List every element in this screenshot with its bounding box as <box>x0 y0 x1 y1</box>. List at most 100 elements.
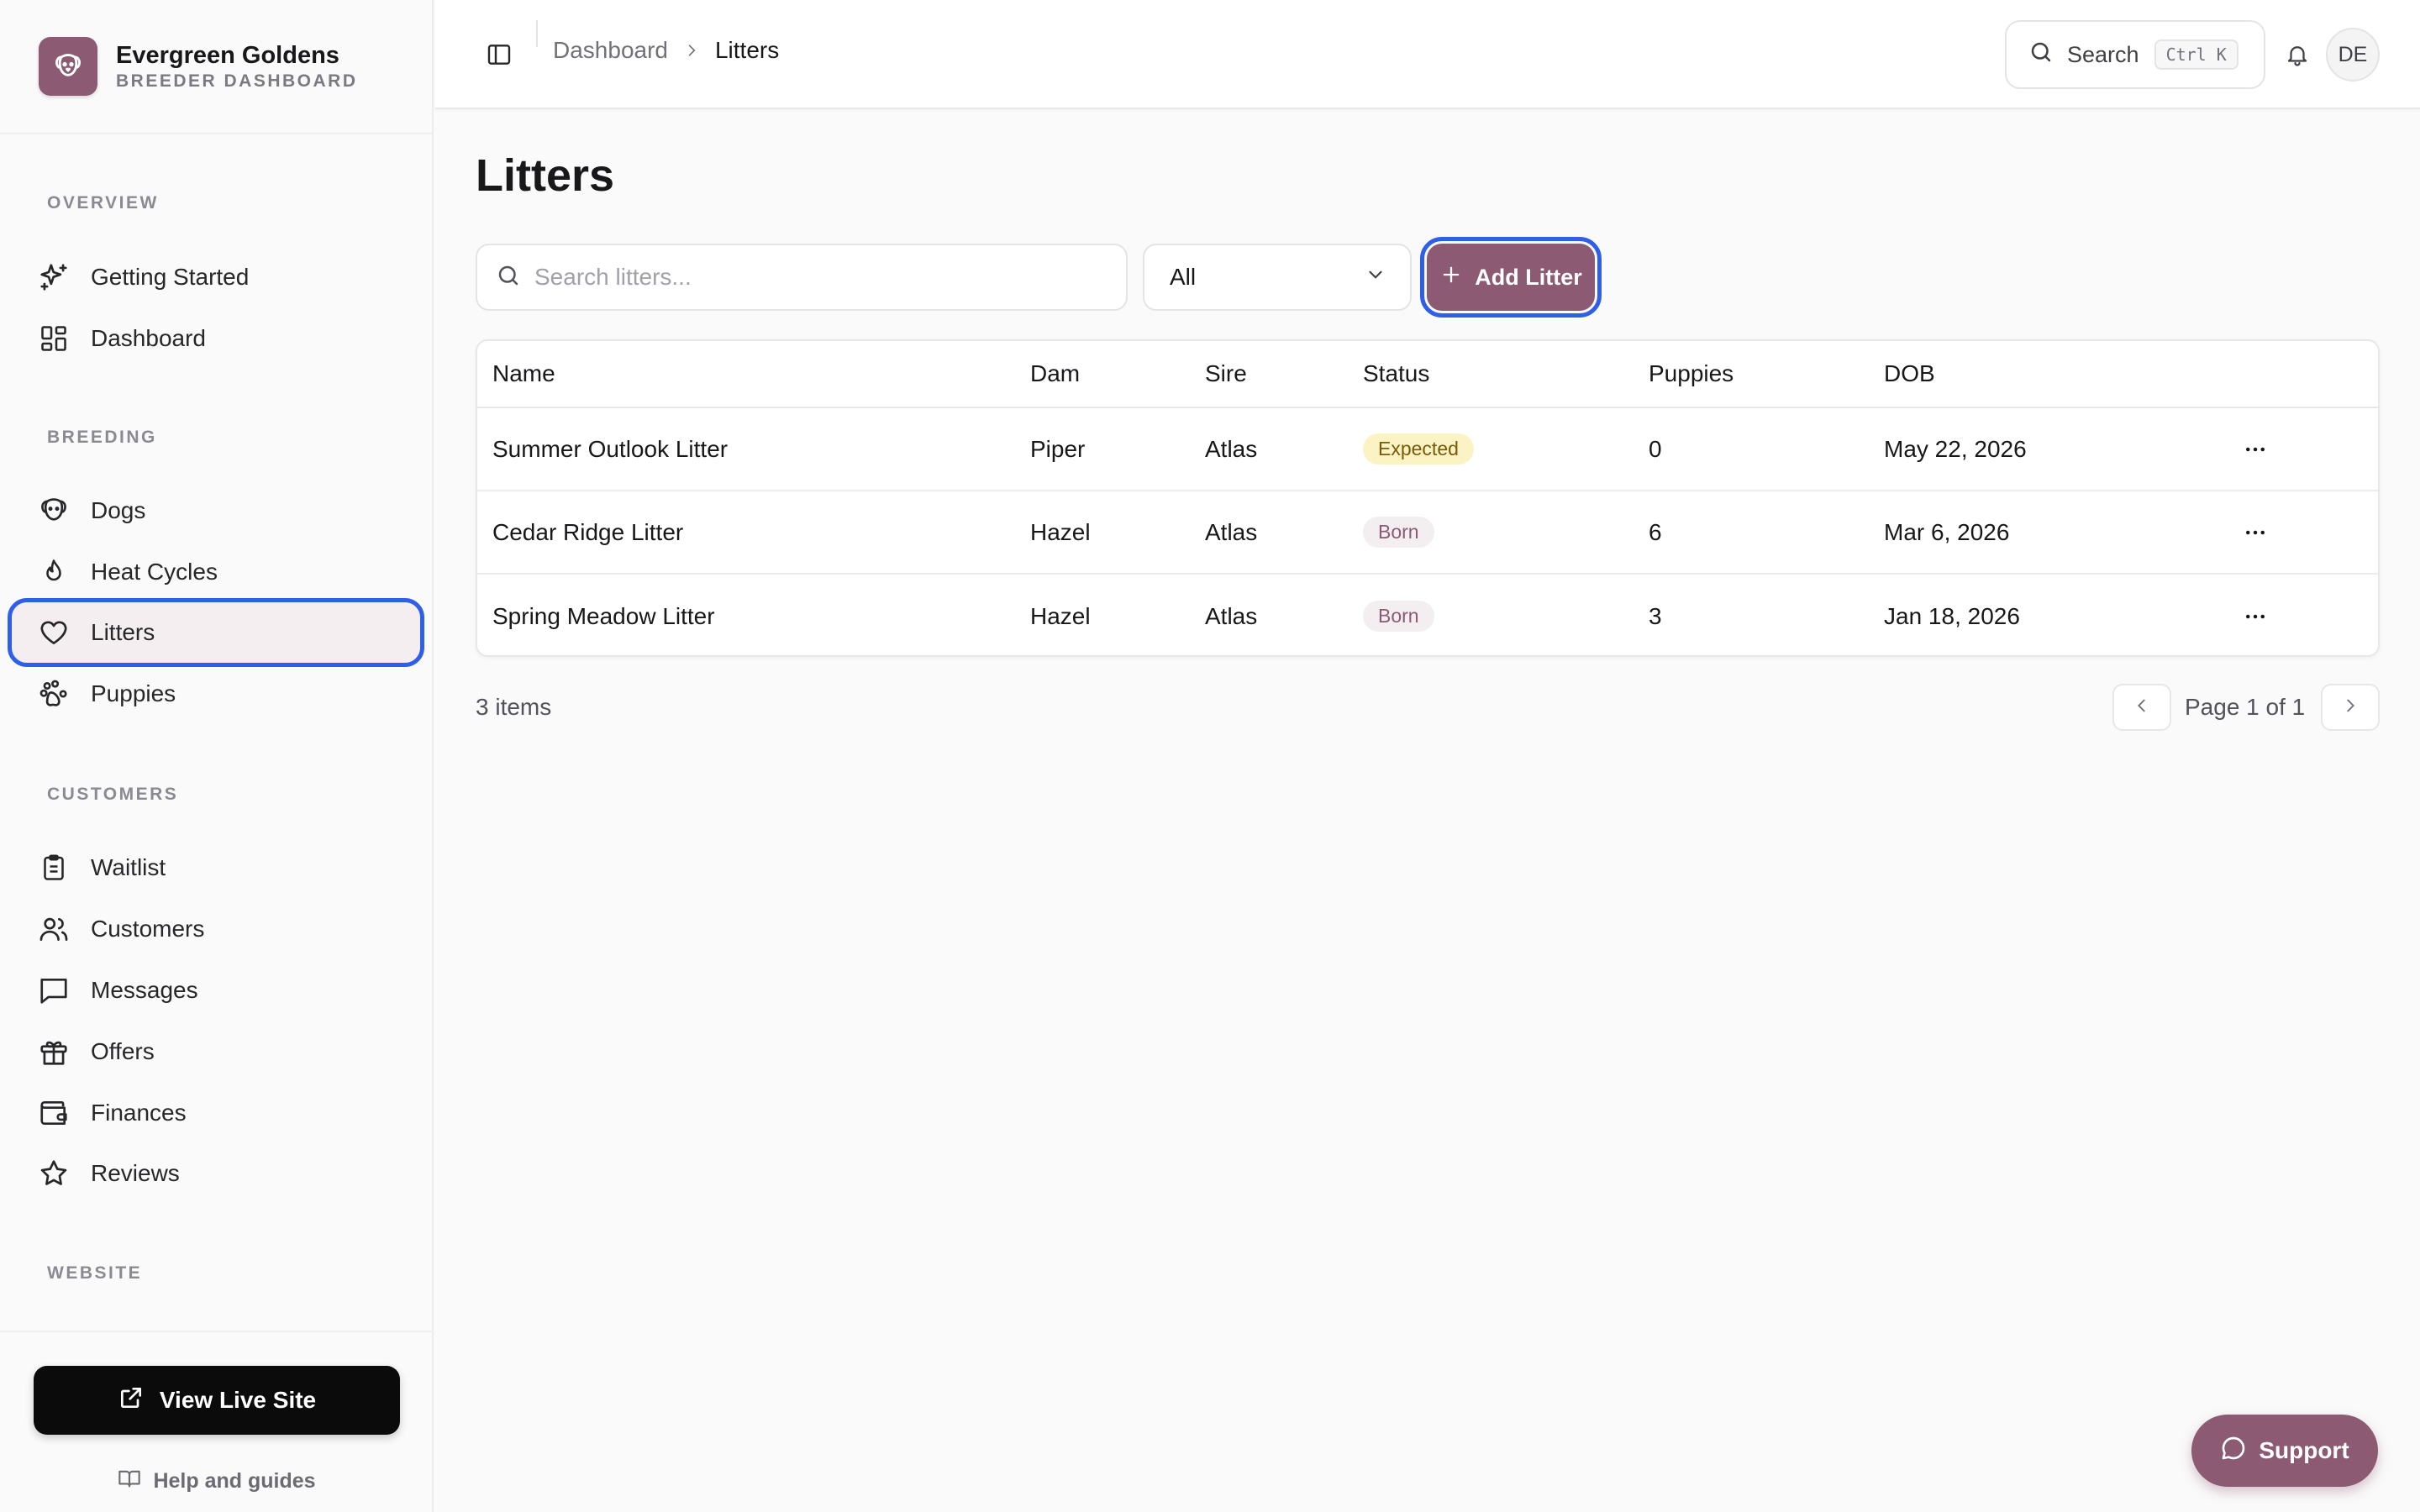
flame-icon <box>37 555 71 589</box>
litters-table: Name Dam Sire Status Puppies DOB Summer … <box>476 339 2380 657</box>
global-search-label: Search <box>2067 41 2139 67</box>
cell-sire: Atlas <box>1205 602 1258 629</box>
dog-face-icon <box>39 37 97 96</box>
dog-face-icon <box>37 494 71 528</box>
section-label-customers: CUSTOMERS <box>47 785 179 804</box>
sidebar-item-waitlist[interactable]: Waitlist <box>12 837 420 898</box>
column-header-puppies[interactable]: Puppies <box>1649 341 1733 407</box>
top-header: Dashboard Litters Search Ctrl K DE <box>435 0 2420 109</box>
breadcrumb-dashboard[interactable]: Dashboard <box>553 37 668 64</box>
cell-sire: Atlas <box>1205 435 1258 462</box>
global-search-button[interactable]: Search Ctrl K <box>2005 20 2265 89</box>
avatar[interactable]: DE <box>2326 28 2380 81</box>
users-icon <box>37 912 71 946</box>
column-header-dob[interactable]: DOB <box>1884 341 1935 407</box>
plus-icon <box>1439 263 1463 292</box>
book-icon <box>118 1467 141 1496</box>
help-and-guides-link[interactable]: Help and guides <box>0 1467 434 1496</box>
cell-dam: Hazel <box>1030 602 1091 629</box>
sidebar-item-messages[interactable]: Messages <box>12 960 420 1021</box>
heart-icon <box>37 616 71 649</box>
sidebar-item-litters[interactable]: Litters <box>8 598 424 667</box>
sidebar-item-dogs[interactable]: Dogs <box>12 480 420 541</box>
sidebar-item-label: Getting Started <box>91 264 250 290</box>
grid-icon <box>37 322 71 355</box>
brand-name: Evergreen Goldens <box>116 42 339 69</box>
column-header-sire[interactable]: Sire <box>1205 341 1247 407</box>
sidebar-item-customers[interactable]: Customers <box>12 899 420 959</box>
sparkles-icon <box>37 260 71 294</box>
section-label-breeding: BREEDING <box>47 428 157 447</box>
breadcrumb-current: Litters <box>714 37 780 63</box>
sidebar-item-label: Finances <box>91 1100 187 1126</box>
sidebar-item-label: Customers <box>91 916 205 942</box>
table-row[interactable]: Summer Outlook Litter Piper Atlas Expect… <box>477 408 2378 491</box>
table-header: Name Dam Sire Status Puppies DOB <box>477 341 2378 408</box>
status-filter-select[interactable]: All <box>1143 244 1412 311</box>
search-icon <box>496 263 521 292</box>
add-litter-button[interactable]: Add Litter <box>1420 237 1602 318</box>
sidebar-item-label: Litters <box>91 619 155 645</box>
more-actions-icon[interactable] <box>2235 429 2275 470</box>
sidebar-item-heat-cycles[interactable]: Heat Cycles <box>12 542 420 602</box>
search-icon <box>2028 39 2054 71</box>
cell-name: Cedar Ridge Litter <box>492 518 684 545</box>
paw-icon <box>37 677 71 711</box>
table-row[interactable]: Spring Meadow Litter Hazel Atlas Born 3 … <box>477 575 2378 655</box>
support-label: Support <box>2259 1437 2349 1463</box>
header-divider <box>536 20 538 47</box>
sidebar-item-label: Offers <box>91 1038 155 1064</box>
chevron-left-icon <box>2133 696 2151 719</box>
external-link-icon <box>118 1384 145 1417</box>
sidebar-toggle-icon[interactable] <box>482 38 516 71</box>
sidebar-item-label: Messages <box>91 977 198 1003</box>
chevron-down-icon <box>1365 264 1386 291</box>
column-header-name[interactable]: Name <box>492 341 555 407</box>
chat-bubble-icon <box>2220 1435 2247 1467</box>
section-label-overview: OVERVIEW <box>47 193 159 213</box>
cell-name: Spring Meadow Litter <box>492 602 715 629</box>
cell-dam: Piper <box>1030 435 1086 462</box>
sidebar-item-puppies[interactable]: Puppies <box>12 664 420 724</box>
sidebar-item-label: Reviews <box>91 1160 180 1186</box>
search-litters-input[interactable] <box>534 264 1106 291</box>
sidebar-item-getting-started[interactable]: Getting Started <box>12 247 420 307</box>
brand-subtitle: BREEDER DASHBOARD <box>116 71 358 91</box>
wallet-icon <box>37 1096 71 1130</box>
more-actions-icon[interactable] <box>2235 596 2275 637</box>
message-icon <box>37 974 71 1007</box>
view-live-site-button[interactable]: View Live Site <box>34 1366 400 1435</box>
breadcrumb: Dashboard Litters <box>553 37 779 64</box>
sidebar-footer: View Live Site Help and guides <box>0 1331 434 1512</box>
status-badge: Born <box>1363 601 1434 632</box>
cell-puppies: 6 <box>1649 518 1662 545</box>
previous-page-button[interactable] <box>2112 684 2171 731</box>
sidebar-item-offers[interactable]: Offers <box>12 1021 420 1082</box>
chevron-right-icon <box>683 42 700 59</box>
clipboard-icon <box>37 851 71 885</box>
column-header-dam[interactable]: Dam <box>1030 341 1080 407</box>
chevron-right-icon <box>2341 696 2360 719</box>
section-label-website: WEBSITE <box>47 1263 143 1283</box>
star-icon <box>37 1157 71 1190</box>
table-row[interactable]: Cedar Ridge Litter Hazel Atlas Born 6 Ma… <box>477 491 2378 575</box>
column-header-status[interactable]: Status <box>1363 341 1429 407</box>
sidebar-item-reviews[interactable]: Reviews <box>12 1143 420 1204</box>
search-shortcut: Ctrl K <box>2154 39 2238 70</box>
cell-name: Summer Outlook Litter <box>492 435 729 462</box>
view-live-site-label: View Live Site <box>159 1387 317 1413</box>
cell-sire: Atlas <box>1205 518 1258 545</box>
sidebar-item-finances[interactable]: Finances <box>12 1083 420 1143</box>
notifications-bell-icon[interactable] <box>2281 38 2314 71</box>
cell-dob: May 22, 2026 <box>1884 435 2027 462</box>
support-button[interactable]: Support <box>2191 1415 2378 1487</box>
page-indicator: Page 1 of 1 <box>2185 694 2306 720</box>
cell-dob: Jan 18, 2026 <box>1884 602 2020 629</box>
search-litters-field <box>476 244 1128 311</box>
more-actions-icon[interactable] <box>2235 512 2275 553</box>
sidebar-item-label: Puppies <box>91 680 176 706</box>
next-page-button[interactable] <box>2321 684 2380 731</box>
sidebar-item-dashboard[interactable]: Dashboard <box>12 308 420 369</box>
brand[interactable]: Evergreen Goldens BREEDER DASHBOARD <box>0 0 432 134</box>
sidebar: Evergreen Goldens BREEDER DASHBOARD OVER… <box>0 0 434 1512</box>
